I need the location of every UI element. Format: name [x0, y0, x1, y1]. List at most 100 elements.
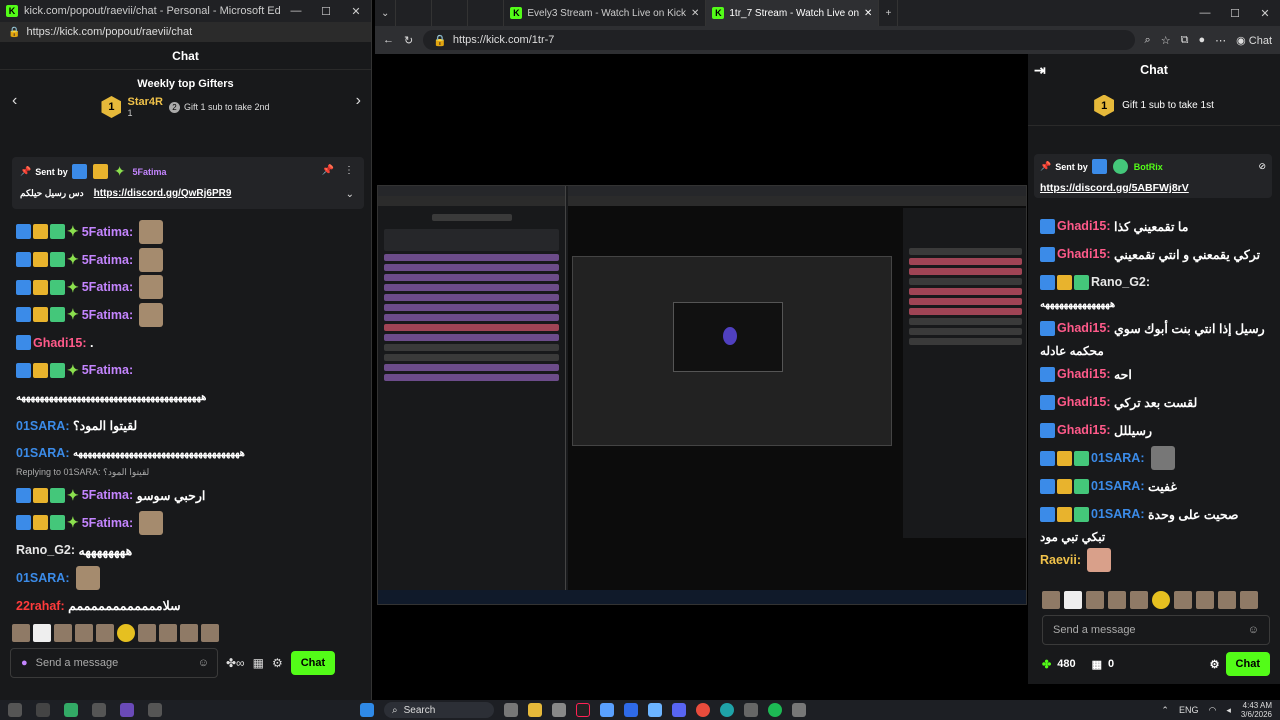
more-icon[interactable]: ⋮ — [344, 165, 354, 176]
emoji-icon[interactable]: ☺ — [1248, 624, 1259, 636]
app-icon[interactable] — [120, 703, 134, 717]
chat-header: Chat — [0, 42, 371, 70]
emote-icon[interactable] — [1174, 591, 1192, 609]
tab-pinned[interactable] — [432, 0, 469, 26]
taskbar-search[interactable]: ⌕ Search — [384, 702, 494, 718]
chat-send-button[interactable]: Chat — [1225, 652, 1270, 676]
maximize-button[interactable]: ☐ — [311, 5, 341, 18]
emote-icon[interactable] — [33, 624, 51, 642]
address-field[interactable]: 🔒 https://kick.com/1tr-7 — [423, 30, 1135, 50]
minimize-button[interactable]: — — [281, 5, 311, 18]
tiktok-icon[interactable] — [576, 703, 590, 717]
start-icon[interactable] — [360, 703, 374, 717]
emote-icon[interactable] — [1240, 591, 1258, 609]
back-icon[interactable]: ← — [383, 34, 394, 46]
emote-icon[interactable] — [1130, 591, 1148, 609]
tab-menu[interactable]: ⌄ — [375, 0, 397, 26]
profile-icon[interactable]: ● — [1198, 34, 1205, 46]
tab-evely3[interactable]: K Evely3 Stream - Watch Live on Kick ✕ — [504, 0, 707, 26]
points-icon[interactable]: ✤ — [1042, 658, 1051, 671]
gear-icon[interactable]: ⚙ — [1210, 658, 1220, 671]
discord-link[interactable]: https://discord.gg/QwRj6PR9 — [94, 188, 232, 199]
app-icon[interactable] — [36, 703, 50, 717]
send-message-input[interactable]: ● Send a message ☺ — [10, 648, 218, 678]
notepad-icon[interactable] — [648, 703, 662, 717]
lang-indicator[interactable]: ENG — [1179, 705, 1199, 715]
app-icon[interactable] — [8, 703, 22, 717]
new-tab-button[interactable]: + — [879, 0, 899, 26]
address-bar[interactable]: 🔒 https://kick.com/popout/raevii/chat — [0, 22, 371, 42]
close-tab-icon[interactable]: ✕ — [691, 8, 699, 19]
emote-icon[interactable] — [159, 624, 177, 642]
emoji-icon[interactable]: ☺ — [198, 657, 209, 669]
minimize-button[interactable]: — — [1190, 7, 1220, 20]
emote-icon[interactable] — [201, 624, 219, 642]
app-icon[interactable] — [600, 703, 614, 717]
emote-icon[interactable] — [1196, 591, 1214, 609]
tab-pinned[interactable] — [468, 0, 505, 26]
emote-icon[interactable] — [180, 624, 198, 642]
wifi-icon[interactable]: ◠ — [1208, 705, 1216, 716]
gear-icon[interactable]: ⚙ — [272, 656, 283, 670]
volume-icon[interactable]: ◂ — [1226, 705, 1231, 716]
close-tab-icon[interactable]: ✕ — [864, 8, 872, 19]
chat-message: 01SARA: — [1028, 444, 1280, 472]
emote-icon[interactable] — [1042, 591, 1060, 609]
emote-icon[interactable] — [12, 624, 30, 642]
close-button[interactable]: ✕ — [1250, 7, 1280, 20]
gifter-name[interactable]: Star4R — [127, 96, 162, 108]
chrome-icon[interactable] — [696, 703, 710, 717]
hide-icon[interactable]: ⊘ — [1258, 161, 1266, 172]
emote-icon[interactable] — [1218, 591, 1236, 609]
clock[interactable]: 4:43 AM 3/6/2026 — [1241, 701, 1272, 719]
emote-icon[interactable] — [96, 624, 114, 642]
unpin-icon[interactable]: 📌 — [322, 165, 334, 176]
app-icon[interactable] — [64, 703, 78, 717]
chevron-up-icon[interactable]: ⌃ — [1161, 705, 1169, 716]
emote-icon — [139, 247, 164, 272]
app-icon[interactable] — [148, 703, 162, 717]
app-icon[interactable] — [92, 703, 106, 717]
gift-icon[interactable]: ▦ — [1092, 658, 1102, 671]
edge-icon[interactable] — [720, 703, 734, 717]
emote-icon[interactable] — [1064, 591, 1082, 609]
emote-icon[interactable] — [1108, 591, 1126, 609]
chevron-left-icon[interactable]: ‹ — [12, 92, 17, 110]
collapse-chat-icon[interactable]: ⇥ — [1034, 62, 1046, 79]
app-icon[interactable] — [624, 703, 638, 717]
emote-icon[interactable] — [54, 624, 72, 642]
pinned-user[interactable]: 5Fatima — [132, 167, 166, 177]
chat-send-button[interactable]: Chat — [290, 651, 336, 675]
copilot-chat-button[interactable]: ◉ Chat — [1236, 34, 1272, 47]
infinity-icon[interactable]: ✤∞ — [226, 656, 245, 670]
emote-icon[interactable] — [117, 624, 135, 642]
tab-pinned[interactable] — [396, 0, 433, 26]
emote-icon[interactable] — [75, 624, 93, 642]
file-explorer-icon[interactable] — [528, 703, 542, 717]
emote-icon[interactable] — [1086, 591, 1104, 609]
close-button[interactable]: ✕ — [341, 5, 371, 18]
extensions-icon[interactable]: ⧉ — [1181, 34, 1189, 47]
discord-link[interactable]: https://discord.gg/5ABFWj8rV — [1040, 182, 1266, 194]
chevron-down-icon[interactable]: ⌄ — [346, 189, 354, 200]
spotify-icon[interactable] — [768, 703, 782, 717]
send-message-input[interactable]: Send a message ☺ — [1042, 615, 1270, 645]
chevron-right-icon[interactable]: › — [356, 92, 361, 110]
gift-icon[interactable]: ▦ — [253, 656, 264, 670]
mic-icon[interactable]: ● — [21, 657, 28, 669]
refresh-icon[interactable]: ↻ — [404, 34, 413, 47]
app-icon[interactable] — [552, 703, 566, 717]
maximize-button[interactable]: ☐ — [1220, 7, 1250, 20]
emote-icon[interactable] — [1152, 591, 1170, 609]
favorite-icon[interactable]: ☆ — [1161, 34, 1171, 47]
stream-video[interactable] — [375, 54, 1029, 684]
tab-1tr7[interactable]: K 1tr_7 Stream - Watch Live on ✕ — [706, 0, 880, 26]
app-icon[interactable] — [744, 703, 758, 717]
zoom-icon[interactable]: ⌕ — [1145, 34, 1151, 47]
emote-icon[interactable] — [138, 624, 156, 642]
app-icon[interactable] — [792, 703, 806, 717]
more-icon[interactable]: ⋯ — [1215, 34, 1226, 47]
emote-icon — [139, 302, 164, 327]
discord-icon[interactable] — [672, 703, 686, 717]
app-icon[interactable] — [504, 703, 518, 717]
